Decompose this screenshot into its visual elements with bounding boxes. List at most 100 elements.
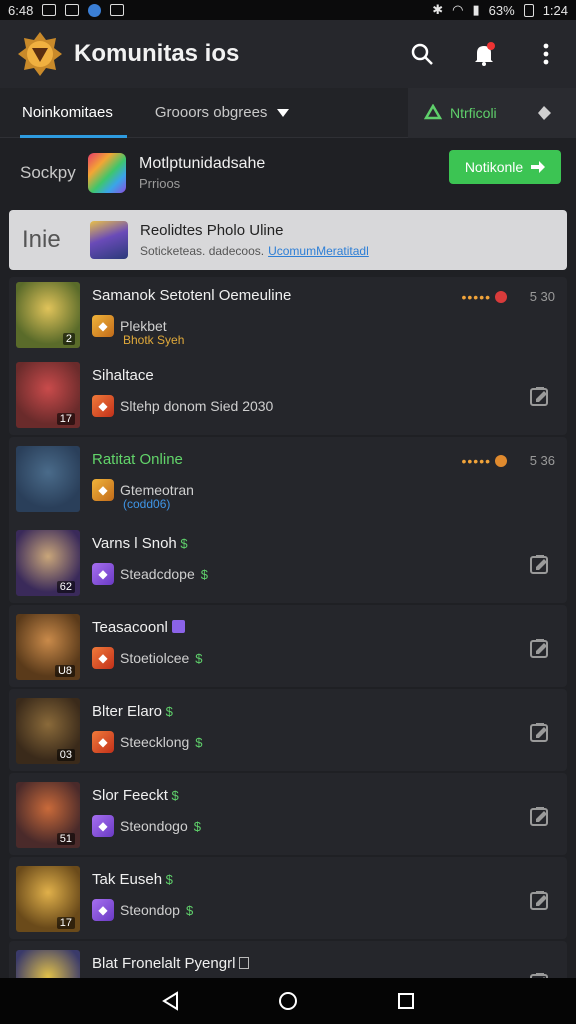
edit-icon[interactable] [529,637,551,659]
battery-icon [523,3,534,17]
dots-icon: ••••• [461,289,491,305]
highlight-label: Inie [22,226,61,253]
avatar[interactable]: 03 [16,698,80,764]
tab-groups-label: Grooors obgrees [154,104,268,121]
list-item[interactable]: 62 Varns l Snoh $ ◆ Steadcdope $ [9,525,567,605]
avatar[interactable]: 17 [16,362,80,428]
item-tag: Gtemeotran [120,482,194,498]
online-indicator: ••••• [461,453,507,469]
avatar[interactable]: 2 [16,282,80,348]
highlight-link[interactable]: UcomumMeratitadl [268,244,369,258]
list-item[interactable]: 03 Blter Elaro $ ◆ Steecklong $ [9,693,567,773]
edit-icon[interactable] [529,889,551,911]
notifications-tab[interactable]: Ntrficoli [408,88,576,138]
rank-badge-icon: ◆ [92,395,114,417]
edit-icon[interactable] [529,721,551,743]
item-time: 5 36 [529,453,555,468]
rank-badge-icon: ◆ [92,479,114,501]
app-notification-icon [88,3,102,17]
filter-label: Sockpy [20,163,76,182]
dollar-icon: $ [193,818,201,834]
edit-icon[interactable] [529,553,551,575]
battery-percent: 63% [488,2,515,18]
item-tag: Steondop [120,902,180,918]
verified-check-icon [171,620,185,633]
highlight-sub-text: Soticketeas. dadecoos. [140,244,265,258]
item-subline: ◆ Steondop $ [92,899,193,921]
search-icon[interactable] [408,40,436,68]
edit-icon[interactable] [529,385,551,407]
item-name: Samanok Setotenl Oemeuline [92,287,291,304]
dots-icon: ••••• [461,453,491,469]
home-icon[interactable] [278,991,298,1011]
item-name: Ratitat Online [92,451,183,468]
tab-groups-dropdown[interactable]: Grooors obgrees [155,88,290,138]
chevron-down-icon [277,108,290,117]
filter-thumbnail[interactable] [88,153,126,193]
item-name-text: Varns l Snoh [92,535,177,552]
avatar-level: 62 [56,581,75,593]
list-item[interactable]: Ratitat Online ◆ Gtemeotran (codd06) ••••• 5 … [9,441,567,521]
list-item[interactable]: 51 Slor Feeckt $ ◆ Steondogo $ [9,777,567,857]
navigation-bar [0,978,576,1024]
avatar[interactable]: 62 [16,530,80,596]
edit-icon[interactable] [529,805,551,827]
item-name: Sihaltace [92,367,154,384]
dollar-icon: $ [176,536,188,551]
rank-badge-icon: ◆ [92,899,114,921]
dollar-icon: $ [162,872,173,887]
avatar-level: 51 [56,833,75,845]
notification-bell-icon[interactable] [470,40,498,68]
item-secondary-tag: (codd06) [123,497,171,511]
highlight-card[interactable]: Inie Reolidtes Pholo Uline Soticketeas. … [9,210,567,270]
item-subline: ◆ Steondogo $ [92,815,201,837]
recents-icon[interactable] [397,992,415,1010]
list-item[interactable]: 2 Samanok Setotenl Oemeuline ◆ Plekbet Bhotk… [9,277,567,357]
checkbox-icon[interactable] [239,957,250,969]
tab-communities[interactable]: Noinkomitaes [20,88,127,138]
avatar[interactable]: 17 [16,866,80,932]
status-time: 1:24 [542,2,568,18]
avatar[interactable]: U8 [16,614,80,680]
overflow-menu-icon[interactable] [532,40,560,68]
wifi-icon: ◠ [452,2,464,17]
list-item[interactable]: 17 Tak Euseh $ ◆ Steondop $ [9,861,567,941]
notify-button-label: Notikonle [464,159,524,175]
tab-communities-label: Noinkomitaes [22,104,113,121]
item-name-text: Tak Euseh [92,871,163,888]
status-dot-icon [495,291,507,303]
item-tag: Sltehp donom Sied 2030 [120,398,274,414]
status-time-left: 6:48 [8,2,34,18]
status-bar: 6:48 ✱ ◠ ▮ 63% 1:24 [0,0,576,20]
dollar-icon: $ [185,902,194,918]
item-tag: Plekbet [120,318,167,334]
item-subline: ◆ Sltehp donom Sied 2030 [92,395,273,417]
avatar[interactable]: 51 [16,782,80,848]
avatar[interactable] [16,446,80,512]
notify-button[interactable]: Notikonle [449,150,561,184]
item-name-text: Slor Feeckt [92,787,168,804]
avatar-level: 03 [56,749,75,761]
dollar-icon: $ [200,566,208,582]
filter-subtitle: Prrioos [139,176,181,191]
list-item[interactable]: U8 Teasacoonl ◆ Stoetiolcee $ [9,609,567,689]
dollar-icon: $ [195,734,203,750]
item-secondary-tag: Bhotk Syeh [123,333,185,347]
app-bar: Komunitas ios [0,20,576,88]
message-notification-icon [110,4,125,16]
list-item[interactable]: 17 Sihaltace ◆ Sltehp donom Sied 2030 [9,357,567,437]
back-icon[interactable] [161,991,179,1011]
filter-title: Motlptunidadsahe [139,155,266,172]
item-name-text: Blat Fronelalt Pyengrl [92,955,236,972]
rank-badge-icon: ◆ [92,647,114,669]
item-tag: Steecklong [120,734,190,750]
app-root: 6:48 ✱ ◠ ▮ 63% 1:24 Komunitas ios Noinko… [0,0,576,1024]
item-name: Tak Euseh $ [92,871,173,888]
online-indicator: ••••• [461,289,507,305]
rank-badge-icon: ◆ [92,815,114,837]
dollar-icon: $ [195,650,203,666]
pin-icon[interactable] [534,103,554,123]
avatar-level: 17 [56,413,75,425]
tab-bar: Noinkomitaes Grooors obgrees Ntrficoli [0,88,576,138]
dollar-icon: $ [167,788,179,803]
